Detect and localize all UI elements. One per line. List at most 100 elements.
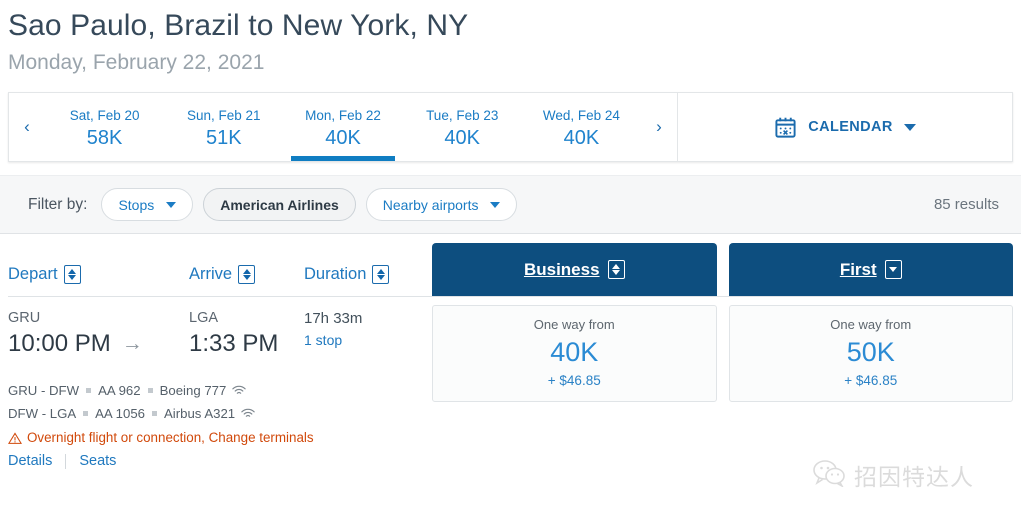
flight-itinerary: GRU 10:00 PM → LGA 1:33 PM 17h 33m 1 sto… bbox=[8, 297, 432, 469]
segment-route: GRU - DFW bbox=[8, 379, 79, 402]
separator-square bbox=[83, 411, 88, 416]
duration-block: 17h 33m 1 stop bbox=[304, 309, 362, 352]
segment-aircraft: Boeing 777 bbox=[160, 379, 227, 402]
price-label: One way from bbox=[534, 316, 615, 334]
price-miles: 50K bbox=[847, 335, 895, 369]
next-dates-button[interactable]: › bbox=[641, 93, 677, 161]
cabin-header-business[interactable]: Business bbox=[432, 243, 717, 296]
segment-list: GRU - DFW AA 962 Boeing 777 DFW - LGA AA… bbox=[8, 379, 432, 469]
date-list: Sat, Feb 20 58K Sun, Feb 21 51K Mon, Feb… bbox=[45, 93, 641, 161]
column-header-depart[interactable]: Depart bbox=[8, 265, 189, 284]
prev-dates-button[interactable]: ‹ bbox=[9, 93, 45, 161]
depart-block: GRU 10:00 PM → bbox=[8, 309, 189, 360]
warning-triangle-icon bbox=[8, 432, 22, 445]
price-card-first[interactable]: One way from 50K + $46.85 bbox=[729, 305, 1014, 402]
chevron-down-icon bbox=[166, 202, 176, 208]
separator-square bbox=[86, 388, 91, 393]
date-cell-sat-feb-20[interactable]: Sat, Feb 20 58K bbox=[45, 93, 164, 161]
date-label: Tue, Feb 23 bbox=[426, 107, 498, 124]
calendar-button[interactable]: CALENDAR bbox=[678, 93, 1012, 161]
results-table: Depart Arrive Duration bbox=[0, 234, 1021, 296]
filter-pill-label: Nearby airports bbox=[383, 197, 479, 213]
separator-square bbox=[152, 411, 157, 416]
depart-time: 10:00 PM bbox=[8, 328, 111, 360]
filter-pill-american-airlines[interactable]: American Airlines bbox=[203, 188, 356, 221]
filter-pill-label: Stops bbox=[118, 197, 154, 213]
price-miles: 40K bbox=[550, 335, 598, 369]
cabin-header-first[interactable]: First bbox=[729, 243, 1014, 296]
date-label: Sat, Feb 20 bbox=[70, 107, 140, 124]
flight-times-row: GRU 10:00 PM → LGA 1:33 PM 17h 33m 1 sto… bbox=[8, 309, 432, 360]
calendar-icon bbox=[774, 116, 797, 139]
date-price: 40K bbox=[444, 125, 480, 151]
chevron-right-icon: › bbox=[656, 117, 662, 137]
stops-link[interactable]: 1 stop bbox=[304, 328, 362, 352]
chevron-down-icon bbox=[490, 202, 500, 208]
sort-updown-icon[interactable] bbox=[372, 265, 389, 284]
date-label: Wed, Feb 24 bbox=[543, 107, 620, 124]
column-header-duration[interactable]: Duration bbox=[304, 265, 389, 284]
filter-by-label: Filter by: bbox=[28, 196, 87, 214]
date-cell-wed-feb-24[interactable]: Wed, Feb 24 40K bbox=[522, 93, 641, 161]
date-strip-panel: ‹ Sat, Feb 20 58K Sun, Feb 21 51K Mon, F… bbox=[8, 92, 1013, 162]
arrive-block: LGA 1:33 PM bbox=[189, 309, 304, 360]
segment-row-2: DFW - LGA AA 1056 Airbus A321 bbox=[8, 402, 432, 425]
segment-route: DFW - LGA bbox=[8, 402, 76, 425]
details-link[interactable]: Details bbox=[8, 453, 52, 469]
price-fee: + $46.85 bbox=[548, 371, 601, 391]
date-strip: ‹ Sat, Feb 20 58K Sun, Feb 21 51K Mon, F… bbox=[9, 93, 677, 161]
seats-link[interactable]: Seats bbox=[79, 453, 116, 469]
date-price: 51K bbox=[206, 125, 242, 151]
filter-bar: Filter by: Stops American Airlines Nearb… bbox=[0, 175, 1021, 234]
wifi-icon bbox=[232, 385, 246, 396]
wifi-icon bbox=[241, 408, 255, 419]
segment-flight-number: AA 1056 bbox=[95, 402, 145, 425]
price-card-business[interactable]: One way from 40K + $46.85 bbox=[432, 305, 717, 402]
date-price: 58K bbox=[87, 125, 123, 151]
column-label: Depart bbox=[8, 265, 58, 284]
date-label: Sun, Feb 21 bbox=[187, 107, 261, 124]
calendar-label: CALENDAR bbox=[808, 119, 893, 135]
cabin-label: First bbox=[840, 260, 877, 280]
segment-aircraft: Airbus A321 bbox=[164, 402, 235, 425]
date-cell-tue-feb-23[interactable]: Tue, Feb 23 40K bbox=[403, 93, 522, 161]
flight-column-headers: Depart Arrive Duration bbox=[8, 265, 432, 296]
sort-updown-icon[interactable] bbox=[64, 265, 81, 284]
price-cards: One way from 40K + $46.85 One way from 5… bbox=[432, 297, 1013, 469]
date-price: 40K bbox=[564, 125, 600, 151]
price-label: One way from bbox=[830, 316, 911, 334]
cabin-column-headers: Business First bbox=[432, 243, 1013, 296]
page-header: Sao Paulo, Brazil to New York, NY Monday… bbox=[0, 0, 1021, 78]
duration-value: 17h 33m bbox=[304, 309, 362, 328]
arrive-airport-code: LGA bbox=[189, 309, 304, 328]
date-label: Mon, Feb 22 bbox=[305, 107, 381, 124]
cabin-label: Business bbox=[524, 260, 600, 280]
chevron-down-icon bbox=[904, 124, 916, 131]
flight-warning-text: Overnight flight or connection, Change t… bbox=[27, 427, 314, 449]
link-divider bbox=[65, 454, 66, 469]
page-title: Sao Paulo, Brazil to New York, NY bbox=[8, 8, 1021, 44]
date-cell-mon-feb-22[interactable]: Mon, Feb 22 40K bbox=[283, 93, 402, 161]
sort-down-icon[interactable] bbox=[885, 260, 902, 279]
column-label: Arrive bbox=[189, 265, 232, 284]
segment-row-1: GRU - DFW AA 962 Boeing 777 bbox=[8, 379, 432, 402]
depart-airport-code: GRU bbox=[8, 309, 189, 328]
flight-result-row: GRU 10:00 PM → LGA 1:33 PM 17h 33m 1 sto… bbox=[0, 297, 1021, 469]
date-price: 40K bbox=[325, 125, 361, 151]
segment-flight-number: AA 962 bbox=[98, 379, 141, 402]
arrow-right-icon: → bbox=[122, 332, 143, 356]
price-fee: + $46.85 bbox=[844, 371, 897, 391]
sort-updown-icon[interactable] bbox=[238, 265, 255, 284]
arrive-time: 1:33 PM bbox=[189, 328, 278, 360]
filter-pill-label: American Airlines bbox=[220, 197, 339, 213]
column-header-row: Depart Arrive Duration bbox=[8, 234, 1013, 296]
page-subtitle-date: Monday, February 22, 2021 bbox=[8, 48, 1021, 78]
filter-pill-nearby-airports[interactable]: Nearby airports bbox=[366, 188, 518, 221]
column-label: Duration bbox=[304, 265, 366, 284]
column-header-arrive[interactable]: Arrive bbox=[189, 265, 304, 284]
results-count: 85 results bbox=[934, 196, 999, 213]
sort-updown-icon[interactable] bbox=[608, 260, 625, 279]
filter-pill-stops[interactable]: Stops bbox=[101, 188, 193, 221]
separator-square bbox=[148, 388, 153, 393]
date-cell-sun-feb-21[interactable]: Sun, Feb 21 51K bbox=[164, 93, 283, 161]
